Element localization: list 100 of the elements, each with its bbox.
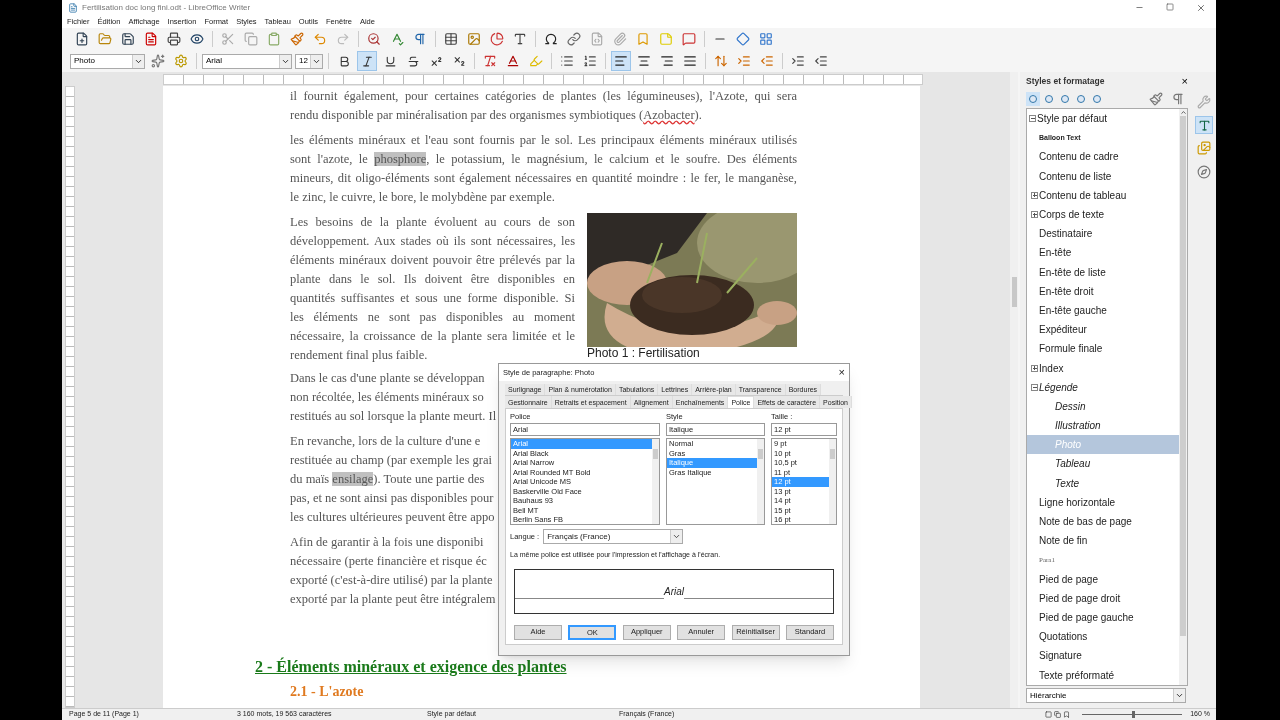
- style-item[interactable]: Contenu de tableau: [1027, 185, 1179, 205]
- style-item[interactable]: Note de fin: [1027, 531, 1179, 551]
- text-line: quantités suffisantes et sous une forme disponible. Si: [290, 290, 575, 307]
- style-item[interactable]: Contenu de liste: [1027, 166, 1179, 186]
- bookmark-glyph-icon: [636, 32, 650, 46]
- collapse-icon[interactable]: [1029, 115, 1036, 123]
- style-item[interactable]: Pied de page droit: [1027, 588, 1179, 608]
- shapes-glyph-icon: [736, 32, 750, 46]
- style-item[interactable]: Contenu de cadre: [1027, 147, 1179, 167]
- text-line: non récoltée, les éléments minéraux so: [290, 389, 484, 406]
- scrollbar[interactable]: [1179, 109, 1187, 685]
- font-size-field[interactable]: 12: [295, 53, 323, 69]
- style-item[interactable]: Légende: [1027, 377, 1179, 397]
- undo-glyph-icon: [313, 32, 327, 46]
- print-preview-glyph-icon: [190, 32, 204, 46]
- insert-text-box-glyph-icon: [513, 32, 527, 46]
- close-button[interactable]: ×: [1181, 72, 1188, 90]
- style-item[interactable]: Expéditeur: [1027, 320, 1179, 340]
- style-item[interactable]: En-tête gauche: [1027, 300, 1179, 321]
- filter-dropdown[interactable]: Hiérarchie: [1026, 688, 1186, 703]
- style-item[interactable]: Formule finale: [1027, 339, 1179, 359]
- italic-icon[interactable]: [357, 51, 377, 71]
- image-caption: Photo 1 : Fertilisation: [587, 347, 701, 360]
- clone-formatting-glyph-icon: [290, 32, 304, 46]
- style-item[interactable]: En-tête de liste: [1027, 262, 1179, 282]
- text-line: rendement final plus faible.: [290, 347, 428, 364]
- slider-thumb[interactable]: [1132, 711, 1136, 718]
- style-item[interactable]: Corps de texte: [1027, 204, 1179, 225]
- styles-icon[interactable]: [1195, 116, 1213, 134]
- style-item[interactable]: En-tête: [1027, 243, 1179, 263]
- style-item[interactable]: Destinataire: [1027, 224, 1179, 244]
- text-line: Les besoins de la plante évoluent au cours de son: [290, 214, 575, 231]
- style-item[interactable]: Tableau: [1027, 454, 1179, 474]
- style-item[interactable]: Ligne horizontale: [1027, 492, 1179, 512]
- style-item[interactable]: Index: [1027, 358, 1179, 378]
- cut-glyph-icon: [221, 32, 235, 46]
- text-line: plante dans le sol. Ils doivent être disponibles en: [290, 271, 575, 288]
- print-glyph-icon: [167, 32, 181, 46]
- style-item[interactable]: Illustration: [1027, 416, 1179, 436]
- increase-spacing-glyph-icon: [737, 54, 751, 68]
- expand-icon[interactable]: [1031, 364, 1038, 372]
- scroll-up-icon[interactable]: [1179, 109, 1187, 116]
- style-item[interactable]: En-tête droit: [1027, 281, 1179, 301]
- close-icon[interactable]: [1196, 3, 1206, 13]
- hyperlink-glyph-icon: [567, 32, 581, 46]
- style-item[interactable]: Style par défaut: [1027, 109, 1179, 129]
- text-line: les éléments ne sont pas disponibles au moment: [290, 309, 575, 326]
- paste-glyph-icon: [267, 32, 281, 46]
- close-button[interactable]: ×: [838, 364, 845, 381]
- paragraph-styles-icon[interactable]: [1026, 92, 1040, 106]
- language-dropdown[interactable]: Français (France): [543, 529, 684, 544]
- expand-icon[interactable]: [1031, 191, 1038, 199]
- text-line: pas, et ne sont ainsi pas disponibles pour: [290, 490, 494, 507]
- align-left-icon[interactable]: [611, 51, 631, 71]
- scrollbar[interactable]: [652, 439, 659, 524]
- scrollbar[interactable]: [757, 439, 764, 524]
- insert-table-glyph-icon: [444, 32, 458, 46]
- hyperlink-button[interactable]: [564, 29, 584, 49]
- style-item[interactable]: Pied de page: [1027, 569, 1179, 589]
- navigator-glyph-icon: [1197, 165, 1211, 179]
- expand-icon[interactable]: [1031, 211, 1038, 219]
- window-title: Fertilisation doc long fini.odt - LibreOffice Writer: [82, 2, 252, 14]
- scrollbar[interactable]: [1010, 72, 1018, 708]
- text-line: exporté (c'est-à-dire utilisé) par la plante: [290, 572, 493, 589]
- paragraph-style-field[interactable]: Photo: [70, 53, 145, 69]
- font-color-glyph-icon: [506, 54, 520, 68]
- style-item[interactable]: Note de bas de page: [1027, 511, 1179, 532]
- book-view-icon[interactable]: [1063, 711, 1071, 718]
- collapse-icon[interactable]: [1031, 383, 1038, 391]
- single-page-view-icon[interactable]: [1045, 711, 1053, 718]
- find-replace-glyph-icon: [367, 32, 381, 46]
- style-item[interactable]: Texte préformaté: [1027, 665, 1179, 685]
- line-spacing-glyph-icon: [714, 54, 728, 68]
- panel-title: Styles et formatage: [1026, 74, 1105, 88]
- multi-page-view-icon[interactable]: [1054, 711, 1062, 718]
- text-line: développement. Aux stades où ils sont nécessaires, les: [290, 233, 575, 250]
- font-name-field[interactable]: Arial: [202, 53, 292, 69]
- text-line: les cultures ultérieures peuvent être appo: [290, 509, 495, 526]
- gallery-glyph-icon: [1197, 141, 1211, 155]
- zoom-slider[interactable]: [1082, 710, 1183, 719]
- scrollbar[interactable]: [829, 439, 836, 524]
- style-item[interactable]: Pied de page gauche: [1027, 607, 1179, 628]
- open-glyph-icon: [98, 32, 112, 46]
- numbered-list-glyph-icon: [583, 54, 597, 68]
- style-item[interactable]: Dessin: [1027, 396, 1179, 416]
- maximize-icon[interactable]: [1166, 3, 1174, 11]
- style-item[interactable]: Signature: [1027, 646, 1179, 666]
- style-item[interactable]: Texte: [1027, 473, 1179, 493]
- text-line: En revanche, lors de la culture d'une e: [290, 433, 481, 450]
- spelling-glyph-icon: [390, 32, 404, 46]
- redo-glyph-icon: [336, 32, 350, 46]
- clear-formatting-glyph-icon: [483, 54, 497, 68]
- comment-glyph-icon: [659, 32, 673, 46]
- style-item[interactable]: Quotations: [1027, 627, 1179, 647]
- text-line: éléments minéraux doivent pouvoir être prélevés par la: [290, 252, 575, 269]
- insert-chart-glyph-icon: [490, 32, 504, 46]
- formatting-marks-glyph-icon: [413, 32, 427, 46]
- fill-format-glyph-icon: [1149, 92, 1163, 106]
- text-line: rendu disponible par minéralisation par des organismes symbiotiques (Azobacter).: [290, 107, 702, 124]
- new-document-glyph-icon: [75, 32, 89, 46]
